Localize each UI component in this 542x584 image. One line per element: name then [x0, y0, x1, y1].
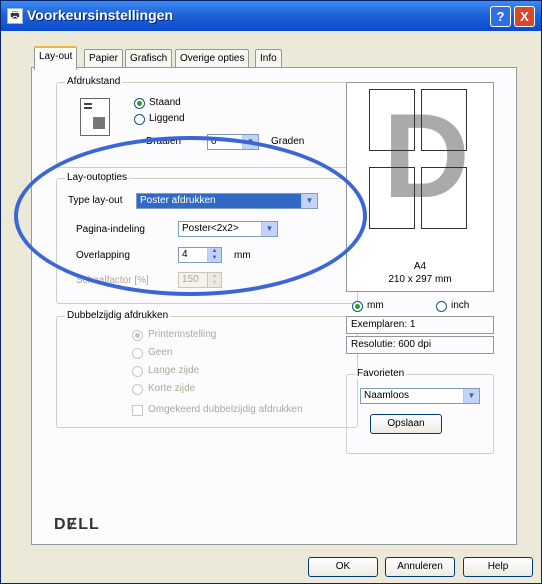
preview-page-outline-1 — [369, 89, 415, 151]
page-layout-dropdown[interactable]: Poster<2x2> ▼ — [178, 221, 278, 237]
radio-inch[interactable] — [436, 301, 447, 312]
label-printerinstelling: Printerinstelling — [148, 329, 217, 340]
scale-stepper: 150 ▲ ▼ — [178, 272, 222, 288]
rotation-dropdown[interactable]: 0 ▼ — [207, 134, 259, 150]
duplex-group-label: Dubbelzijdig afdrukken — [65, 310, 171, 321]
dialog-window: 🖶 Voorkeursinstellingen ? X Lay-out Papi… — [0, 0, 542, 584]
label-overlapping: Overlapping — [76, 250, 130, 261]
tab-overige-opties[interactable]: Overige opties — [175, 49, 250, 68]
label-geen: Geen — [148, 347, 173, 358]
label-overlap-unit: mm — [234, 250, 251, 261]
preview-page-outline-2 — [421, 89, 467, 151]
favorites-dropdown[interactable]: Naamloos ▼ — [360, 388, 480, 404]
label-type-lay-out: Type lay-out — [68, 195, 123, 206]
label-omgekeerd: Omgekeerd dubbelzijdig afdrukken — [148, 404, 303, 415]
page-layout-value: Poster<2x2> — [182, 223, 239, 234]
chevron-down-icon: ▼ — [242, 135, 258, 149]
spinner-arrows-icon[interactable]: ▲ ▼ — [207, 248, 221, 262]
label-lange-zijde: Lange zijde — [148, 365, 200, 376]
tab-grafisch[interactable]: Grafisch — [125, 49, 173, 68]
spinner-arrows-icon: ▲ ▼ — [207, 273, 221, 287]
help-button[interactable]: Help — [463, 557, 533, 577]
resolution-box: Resolutie: 600 dpi — [346, 336, 494, 354]
favorites-value: Naamloos — [364, 390, 410, 401]
label-schaalfactor: Schaalfactor [%] — [76, 275, 149, 286]
radio-geen — [132, 348, 143, 359]
radio-mm[interactable] — [352, 301, 363, 312]
radio-liggend[interactable] — [134, 114, 145, 125]
tab-info[interactable]: Info — [255, 49, 282, 68]
copies-box: Exemplaren: 1 — [346, 316, 494, 334]
radio-staand[interactable] — [134, 98, 145, 109]
orientation-group-label: Afdrukstand — [65, 76, 123, 87]
overlap-stepper[interactable]: 4 ▲ ▼ — [178, 247, 222, 263]
copies-text: Exemplaren: 1 — [351, 319, 416, 330]
radio-lange-zijde — [132, 366, 143, 377]
poster-preview: D A4 210 x 297 mm — [346, 82, 494, 292]
dell-logo: DɆLL — [54, 516, 100, 533]
layout-type-value: Poster afdrukken — [140, 195, 216, 206]
rotation-value: 0 — [211, 136, 217, 147]
help-title-button[interactable]: ? — [490, 6, 511, 27]
chevron-down-icon: ▼ — [261, 222, 277, 236]
tab-panel: Afdrukstand Staand Liggend Draaien 0 ▼ G… — [14, 67, 517, 545]
radio-printerinstelling — [132, 330, 143, 341]
layout-type-dropdown[interactable]: Poster afdrukken ▼ — [136, 193, 318, 209]
scale-value: 150 — [182, 274, 199, 285]
chevron-down-icon: ▼ — [463, 389, 479, 403]
label-inch: inch — [451, 300, 470, 311]
tab-lay-out[interactable]: Lay-out — [34, 46, 78, 70]
resolution-text: Resolutie: 600 dpi — [351, 339, 432, 350]
label-draaien: Draaien — [146, 136, 182, 147]
preview-paper-size: 210 x 297 mm — [388, 274, 452, 285]
preview-paper-name: A4 — [413, 261, 427, 272]
label-liggend: Liggend — [149, 113, 185, 124]
close-button[interactable]: X — [514, 6, 535, 27]
preview-page-outline-4 — [421, 167, 467, 229]
layout-options-group-label: Lay-outopties — [65, 172, 130, 183]
overlap-value: 4 — [182, 249, 188, 260]
ok-button[interactable]: OK — [308, 557, 378, 577]
label-graden: Graden — [271, 136, 305, 147]
label-staand: Staand — [149, 97, 181, 108]
cancel-button[interactable]: Annuleren — [385, 557, 455, 577]
label-korte-zijde: Korte zijde — [148, 383, 196, 394]
title-bar[interactable]: 🖶 Voorkeursinstellingen ? X — [1, 1, 541, 31]
printer-icon: 🖶 — [7, 8, 23, 24]
favorites-group-label: Favorieten — [355, 368, 407, 379]
preview-page-outline-3 — [369, 167, 415, 229]
label-mm: mm — [367, 300, 384, 311]
tab-papier[interactable]: Papier — [84, 49, 123, 68]
save-favorite-button[interactable]: Opslaan — [370, 414, 442, 434]
orientation-page-icon — [80, 98, 110, 136]
window-title: Voorkeursinstellingen — [27, 7, 173, 23]
radio-korte-zijde — [132, 384, 143, 395]
chevron-down-icon: ▼ — [301, 194, 317, 208]
label-pagina-indeling: Pagina-indeling — [76, 224, 145, 235]
checkbox-omgekeerd — [132, 405, 143, 416]
